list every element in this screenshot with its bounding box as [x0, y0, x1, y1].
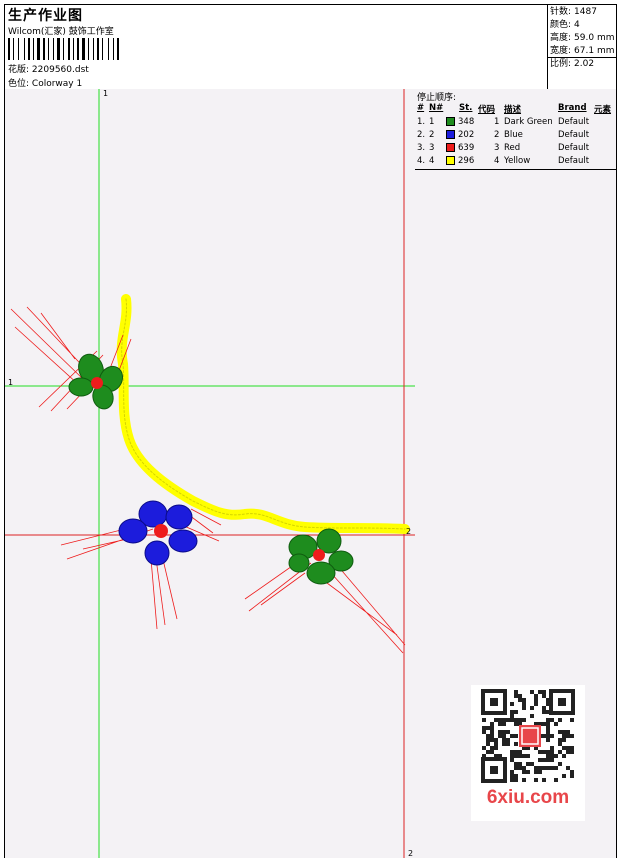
table-row[interactable]: 4. 4 296 4 Yellow Default — [415, 156, 616, 169]
stats-divider — [547, 57, 616, 58]
color-swatch-red — [446, 143, 455, 152]
blue-flower — [118, 500, 198, 566]
site-watermark: 6xiu.com — [471, 685, 585, 821]
col-hash: # — [417, 103, 425, 113]
table-row[interactable]: 3. 3 639 3 Red Default — [415, 143, 616, 156]
qr-code-icon — [481, 689, 575, 783]
color-swatch-dark-green — [446, 117, 455, 126]
col-code: 代码 — [478, 105, 496, 115]
col-no: N# — [429, 103, 444, 113]
col-element: 元素 — [594, 105, 612, 115]
worksheet-header: 生产作业图 Wilcom(汇家) 鼓饰工作室 花版: 2209560.dst 色… — [5, 5, 616, 90]
design-file: 花版: 2209560.dst — [8, 62, 89, 75]
company-name: Wilcom(汇家) 鼓饰工作室 — [8, 27, 114, 37]
production-worksheet: 生产作业图 Wilcom(汇家) 鼓饰工作室 花版: 2209560.dst 色… — [4, 4, 617, 858]
design-label: 花版: — [8, 65, 30, 75]
green-flower-bottom — [288, 528, 354, 585]
stat-height: 高度: 59.0 mm — [550, 33, 615, 43]
stat-colors: 颜色: 4 — [550, 20, 580, 30]
guide-marker-red-right: 2 — [406, 527, 412, 536]
stat-stitches: 针数: 1487 — [550, 7, 597, 17]
design-value: 2209560.dst — [31, 65, 89, 75]
worksheet-title: 生产作业图 — [8, 8, 83, 24]
yellow-stem — [116, 294, 410, 534]
color-swatch-yellow — [446, 156, 455, 165]
col-stitches: St. — [459, 103, 473, 113]
table-row[interactable]: 1. 1 348 1 Dark Green Default — [415, 117, 616, 130]
col-brand: Brand — [558, 103, 587, 113]
barcode — [8, 38, 119, 60]
guide-marker-green-top: 1 — [103, 89, 109, 98]
design-canvas[interactable]: 1 1 2 2 — [5, 89, 416, 858]
red-stitch-lines — [10, 306, 406, 654]
design-stats: 针数: 1487 颜色: 4 高度: 59.0 mm 宽度: 67.1 mm 比例: 2.… — [547, 5, 617, 89]
table-row[interactable]: 2. 2 202 2 Blue Default — [415, 130, 616, 143]
guide-marker-red-bottom: 2 — [408, 849, 414, 858]
colorway: 色位: Colorway 1 — [8, 76, 82, 89]
embroidery-preview — [5, 89, 415, 858]
guide-marker-green-left: 1 — [8, 378, 14, 387]
col-description: 描述 — [504, 105, 522, 115]
info-panel: 停止顺序: # N# St. 代码 描述 Brand 元素 1. 1 348 1… — [415, 89, 616, 858]
stat-scale: 比例: 2.02 — [550, 59, 595, 69]
watermark-text: 6xiu.com — [486, 787, 570, 808]
color-swatch-blue — [446, 130, 455, 139]
colorway-value: Colorway 1 — [31, 79, 83, 89]
stop-sequence-title: 停止顺序: — [417, 93, 457, 103]
colorway-label: 色位: — [8, 79, 30, 89]
stop-sequence-table: 停止顺序: # N# St. 代码 描述 Brand 元素 1. 1 348 1… — [415, 89, 616, 170]
